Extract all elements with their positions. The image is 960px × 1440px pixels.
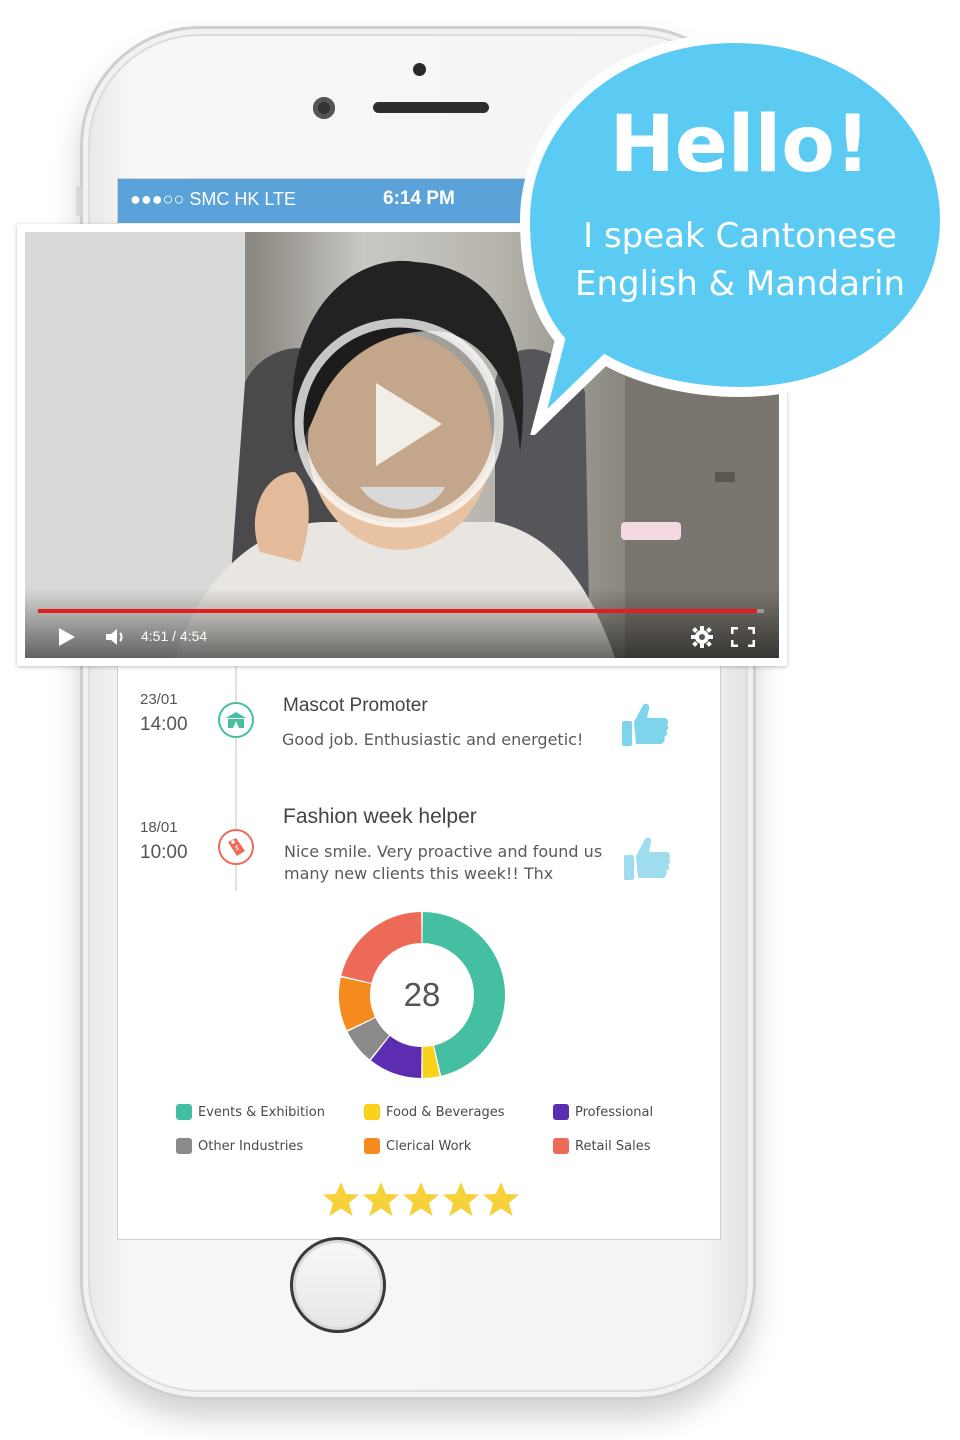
home-button[interactable] [290,1237,386,1333]
entry-review: Good job. Enthusiastic and energetic! [282,730,584,749]
legend-item: Food & Beverages [364,1104,505,1120]
proximity-sensor [413,63,426,76]
mute-switch [76,186,82,216]
entry-day: 23/01 [140,691,178,708]
star-icon [443,1182,479,1216]
svg-text:$: $ [235,844,239,852]
donut-total: 28 [403,976,441,1013]
fullscreen-icon[interactable] [731,627,755,647]
entry-review-line: many new clients this week!! Thx [284,864,554,883]
bubble-greeting: Hello! [609,100,871,190]
bubble-line: I speak Cantonese [583,216,897,256]
legend-swatch [364,1104,380,1120]
clock: 6:14 PM [383,188,455,209]
legend-swatch [176,1104,192,1120]
thumbs-up-icon[interactable] [623,835,671,881]
legend-swatch [553,1104,569,1120]
entry-hour: 10:00 [140,842,188,863]
play-icon[interactable] [57,627,77,647]
entry-date: 18/01 10:00 [140,819,188,864]
video-progress-bar[interactable] [38,609,764,613]
legend-item: Retail Sales [553,1138,650,1154]
front-camera [313,97,335,119]
gear-icon[interactable] [690,625,714,649]
entry-review: Nice smile. Very proactive and found us … [284,841,602,885]
carrier-label: ●●●○○ SMC HK LTE [130,189,297,209]
star-icon [403,1182,439,1216]
legend-swatch [553,1138,569,1154]
entry-title: Mascot Promoter [283,695,428,716]
legend-item: Clerical Work [364,1138,471,1154]
industry-donut-chart: 28 [337,910,507,1080]
tent-icon [218,702,254,738]
legend-label: Other Industries [198,1138,304,1154]
video-controls-gradient [25,588,779,658]
thumbs-up-icon[interactable] [621,701,669,747]
legend-swatch [364,1138,380,1154]
volume-icon[interactable] [105,627,127,647]
legend-label: Events & Exhibition [198,1104,325,1120]
legend-swatch [176,1138,192,1154]
video-progress-fill [38,609,757,613]
legend-item: Other Industries [176,1138,303,1154]
legend-label: Professional [575,1104,654,1120]
bubble-line: English & Mandarin [574,264,905,304]
entry-day: 18/01 [140,819,178,836]
play-overlay-icon[interactable] [294,318,504,528]
legend-label: Food & Beverages [386,1104,505,1120]
legend-item: Professional [553,1104,653,1120]
legend-label: Retail Sales [575,1138,651,1154]
entry-date: 23/01 14:00 [140,691,188,736]
star-icon [323,1182,359,1216]
star-icon [363,1182,399,1216]
star-icon [483,1182,519,1216]
entry-title: Fashion week helper [283,805,477,828]
legend-label: Clerical Work [386,1138,472,1154]
star-rating [321,1179,521,1219]
video-time: 4:51 / 4:54 [141,628,208,644]
price-tag-icon: $ [218,829,254,865]
legend-item: Events & Exhibition [176,1104,325,1120]
entry-hour: 14:00 [140,714,188,735]
entry-review-line: Nice smile. Very proactive and found us [284,842,603,861]
earpiece-speaker [373,102,489,113]
